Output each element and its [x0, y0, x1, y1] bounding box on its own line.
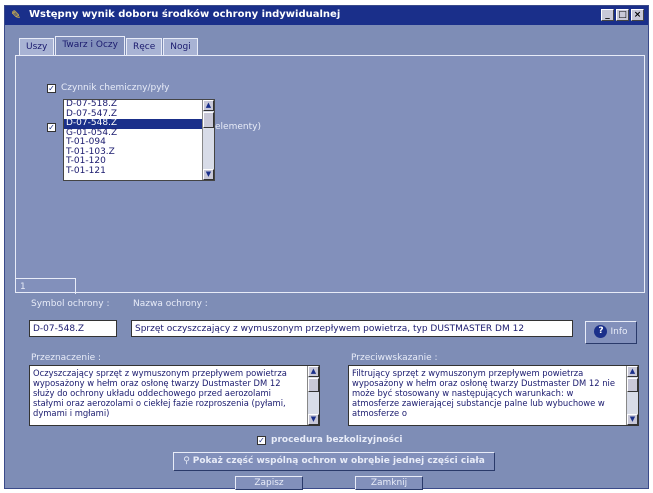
list-item[interactable]: T-01-121 [64, 166, 202, 177]
scroll-thumb[interactable] [203, 112, 214, 128]
purpose-scrollbar[interactable]: ▲ ▼ [307, 366, 319, 425]
list-items: D-07-518.Z D-07-547.Z D-07-548.Z G-01-05… [64, 100, 202, 176]
scroll-down-arrow-icon[interactable]: ▼ [627, 414, 638, 425]
show-common-button[interactable]: ⚲ Pokaż część wspólną ochron w obrębie je… [173, 452, 495, 471]
page-tab[interactable]: 1 [16, 278, 76, 294]
contraindication-text: Filtrujący sprzęt z wymuszonym przepływe… [352, 368, 615, 418]
info-button[interactable]: ? Info [585, 321, 637, 344]
minimize-button[interactable]: _ [601, 9, 614, 21]
scroll-up-arrow-icon[interactable]: ▲ [203, 100, 214, 111]
purpose-textarea[interactable]: Oczyszczający sprzęt z wymuszonym przepł… [29, 365, 320, 426]
scroll-up-arrow-icon[interactable]: ▲ [308, 366, 319, 377]
scroll-thumb[interactable] [308, 378, 319, 392]
procedure-label: procedura bezkolizyjności [271, 435, 403, 445]
scroll-thumb[interactable] [627, 378, 638, 392]
save-button[interactable]: Zapisz [235, 476, 303, 490]
name-field[interactable]: Sprzęt oczyszczający z wymuszonym przepł… [131, 320, 573, 337]
body-part-tabs: Uszy Twarz i Oczy Ręce Nogi [19, 36, 199, 55]
purpose-text: Oczyszczający sprzęt z wymuszonym przepł… [33, 368, 287, 418]
factor-second-label: elementy) [215, 122, 261, 132]
tab-rece[interactable]: Ręce [125, 38, 163, 55]
window-title: Wstępny wynik doboru środków ochrony ind… [29, 9, 341, 20]
show-common-label: Pokaż część wspólną ochron w obrębie jed… [192, 456, 485, 466]
close-window-button[interactable]: × [631, 9, 644, 21]
purpose-label: Przeznaczenie : [31, 353, 102, 363]
tab-panel: ✓ Czynnik chemiczny/pyły ✓ elementy) D-0… [15, 55, 645, 294]
factor-chemical-label: Czynnik chemiczny/pyły [61, 83, 170, 93]
tab-twarz-i-oczy[interactable]: Twarz i Oczy [55, 36, 125, 55]
scroll-down-arrow-icon[interactable]: ▼ [203, 169, 214, 180]
tab-uszy[interactable]: Uszy [19, 38, 55, 55]
factor-second-checkbox[interactable]: ✓ [47, 123, 56, 132]
app-icon: ✎ [11, 8, 22, 22]
scroll-up-arrow-icon[interactable]: ▲ [627, 366, 638, 377]
title-bar[interactable]: ✎ Wstępny wynik doboru środków ochrony i… [5, 6, 648, 25]
contraindication-scrollbar[interactable]: ▲ ▼ [626, 366, 638, 425]
window-controls: _ □ × [601, 9, 644, 21]
maximize-button[interactable]: □ [616, 9, 629, 21]
symbol-label: Symbol ochrony : [31, 299, 110, 309]
name-label: Nazwa ochrony : [133, 299, 208, 309]
magnifier-icon: ⚲ [183, 456, 190, 466]
list-scrollbar[interactable]: ▲ ▼ [202, 100, 214, 180]
symbol-field[interactable]: D-07-548.Z [29, 320, 117, 337]
protection-dropdown-list[interactable]: D-07-518.Z D-07-547.Z D-07-548.Z G-01-05… [63, 99, 215, 181]
scroll-down-arrow-icon[interactable]: ▼ [308, 414, 319, 425]
contraindication-textarea[interactable]: Filtrujący sprzęt z wymuszonym przepływe… [348, 365, 639, 426]
tab-nogi[interactable]: Nogi [163, 38, 198, 55]
contraindication-label: Przeciwwskazanie : [351, 353, 438, 363]
info-label: Info [610, 327, 628, 337]
procedure-checkbox[interactable]: ✓ [257, 436, 266, 445]
main-window: ✎ Wstępny wynik doboru środków ochrony i… [4, 5, 649, 490]
factor-chemical-checkbox[interactable]: ✓ [47, 84, 56, 93]
question-icon: ? [594, 325, 608, 338]
close-button[interactable]: Zamknij [355, 476, 423, 490]
